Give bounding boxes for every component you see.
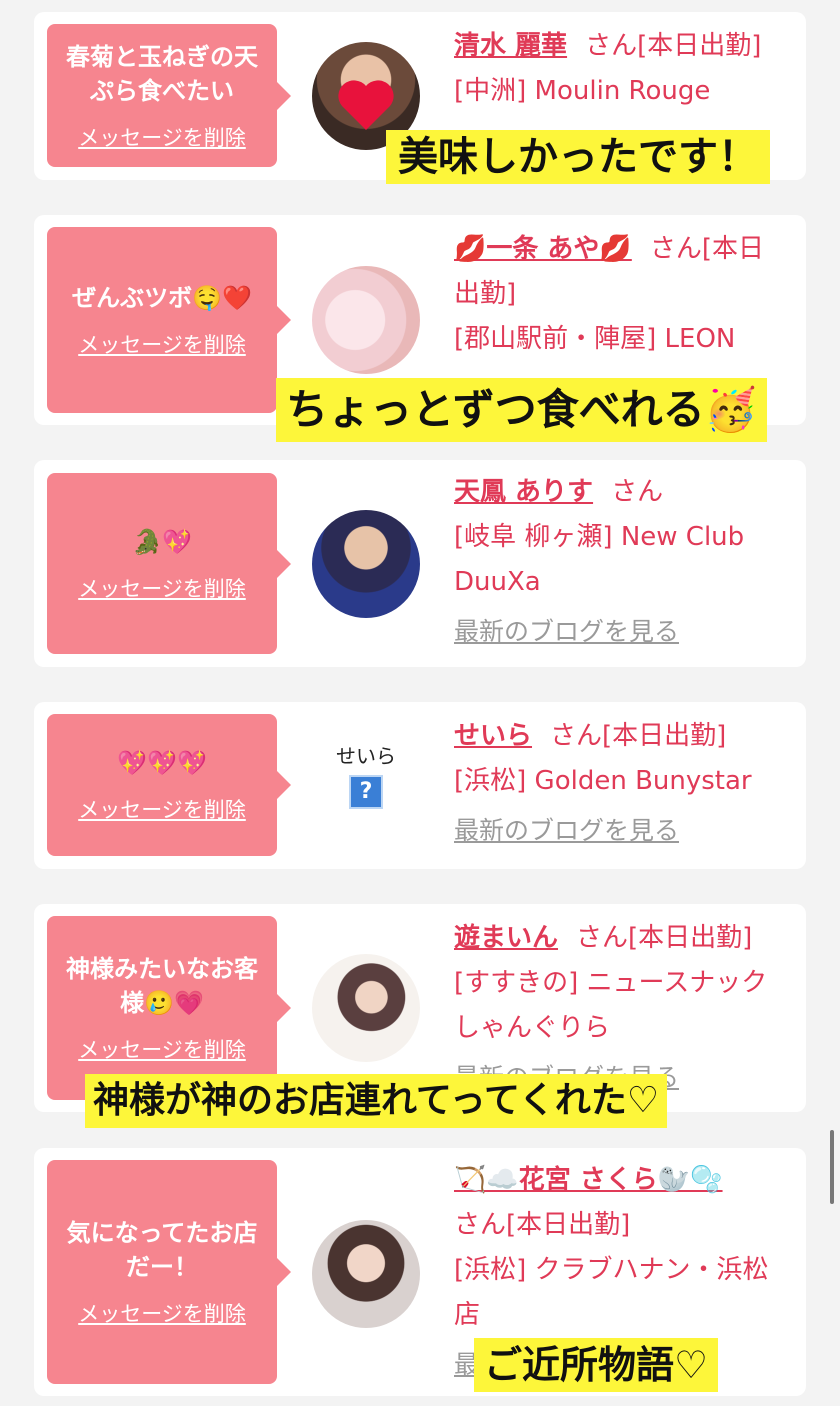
delete-message-link[interactable]: メッセージを削除 (78, 329, 246, 359)
cast-name-link[interactable]: 🏹☁️花宮 さくら🦭🫧 (454, 1158, 786, 1203)
message-text: 神様みたいなお客様🥲💗 (66, 955, 258, 1017)
message-bubble: 春菊と玉ねぎの天ぷら食べたい メッセージを削除 (47, 24, 291, 167)
cast-suffix: さん[本日出勤] (550, 721, 727, 751)
message-bubble: 💖💖💖 メッセージを削除 (47, 714, 291, 856)
delete-message-link[interactable]: メッセージを削除 (78, 122, 246, 152)
broken-image-icon: ? (349, 775, 383, 809)
store-name: [郡山駅前・陣屋] LEON (454, 324, 736, 354)
cast-name-link[interactable]: 遊まいん (454, 923, 558, 953)
avatar[interactable] (312, 1220, 420, 1328)
avatar[interactable]: せいら ? (312, 732, 420, 840)
latest-blog-link[interactable]: 最新のブログを見る (454, 609, 786, 654)
overlay-caption: ちょっとずつ食べれる🥳 (276, 378, 768, 442)
latest-blog-link[interactable]: 最新のブログを見る (454, 808, 786, 853)
message-text: ぜんぶツボ🤤❤️ (72, 284, 252, 312)
overlay-caption: 美味しかったです！ (386, 130, 770, 184)
message-text: 💖💖💖 (117, 749, 207, 777)
cast-name-link[interactable]: 天鳳 ありす (454, 477, 593, 507)
store-name: [中洲] Moulin Rouge (454, 76, 711, 106)
cast-name-link[interactable]: 清水 麗華 (454, 31, 567, 61)
avatar-alt-text: せいら (336, 744, 396, 768)
message-text: 🐊💖 (132, 527, 192, 556)
store-name: [すすきの] ニュースナック しゃんぐりら (454, 968, 768, 1043)
avatar[interactable] (312, 510, 420, 618)
cast-name-link[interactable]: せいら (454, 721, 532, 751)
cast-info: 天鳳 ありす さん [岐阜 柳ヶ瀬] New Club DuuXa 最新のブログを… (454, 470, 786, 654)
cast-suffix: さん[本日出勤] (576, 923, 753, 953)
message-text: 春菊と玉ねぎの天ぷら食べたい (66, 42, 258, 105)
message-bubble: ぜんぶツボ🤤❤️ メッセージを削除 (47, 227, 291, 413)
scrollbar[interactable] (830, 1130, 834, 1204)
message-text: 気になってたお店だー！ (66, 1219, 258, 1281)
overlay-caption: ご近所物語♡ (474, 1338, 719, 1392)
delete-message-link[interactable]: メッセージを削除 (78, 1034, 246, 1064)
message-bubble: 気になってたお店だー！ メッセージを削除 (47, 1160, 291, 1384)
cast-suffix: さん (611, 477, 664, 507)
overlay-caption: 神様が神のお店連れてってくれた♡ (85, 1074, 668, 1128)
delete-message-link[interactable]: メッセージを削除 (78, 794, 246, 824)
cast-suffix: さん[本日出勤] (585, 31, 762, 61)
store-name: [岐阜 柳ヶ瀬] New Club DuuXa (454, 522, 745, 597)
favorite-card: 💖💖💖 メッセージを削除 せいら ? せいら さん[本日出勤] [浜松] Gold… (34, 702, 806, 869)
favorite-card: 🐊💖 メッセージを削除 天鳳 ありす さん [岐阜 柳ヶ瀬] New Club D… (34, 460, 806, 667)
cast-info: せいら さん[本日出勤] [浜松] Golden Bunystar 最新のブログを… (454, 714, 786, 853)
cast-info: 清水 麗華 さん[本日出勤] [中洲] Moulin Rouge (454, 24, 786, 114)
avatar[interactable] (312, 266, 420, 374)
cast-name-link[interactable]: 💋一条 あや💋 (454, 234, 632, 264)
message-bubble: 神様みたいなお客様🥲💗 メッセージを削除 (47, 916, 291, 1100)
cast-info: 💋一条 あや💋 さん[本日出勤] [郡山駅前・陣屋] LEON (454, 227, 786, 362)
cast-info: 遊まいんさん[本日出勤] [すすきの] ニュースナック しゃんぐりら 最新のブロ… (454, 916, 786, 1100)
delete-message-link[interactable]: メッセージを削除 (78, 1298, 246, 1328)
delete-message-link[interactable]: メッセージを削除 (78, 573, 246, 603)
cast-suffix: さん[本日出勤] (454, 1210, 631, 1240)
avatar[interactable] (312, 954, 420, 1062)
store-name: [浜松] Golden Bunystar (454, 766, 752, 796)
message-bubble: 🐊💖 メッセージを削除 (47, 473, 291, 654)
store-name: [浜松] クラブハナン・浜松店 (454, 1255, 769, 1330)
